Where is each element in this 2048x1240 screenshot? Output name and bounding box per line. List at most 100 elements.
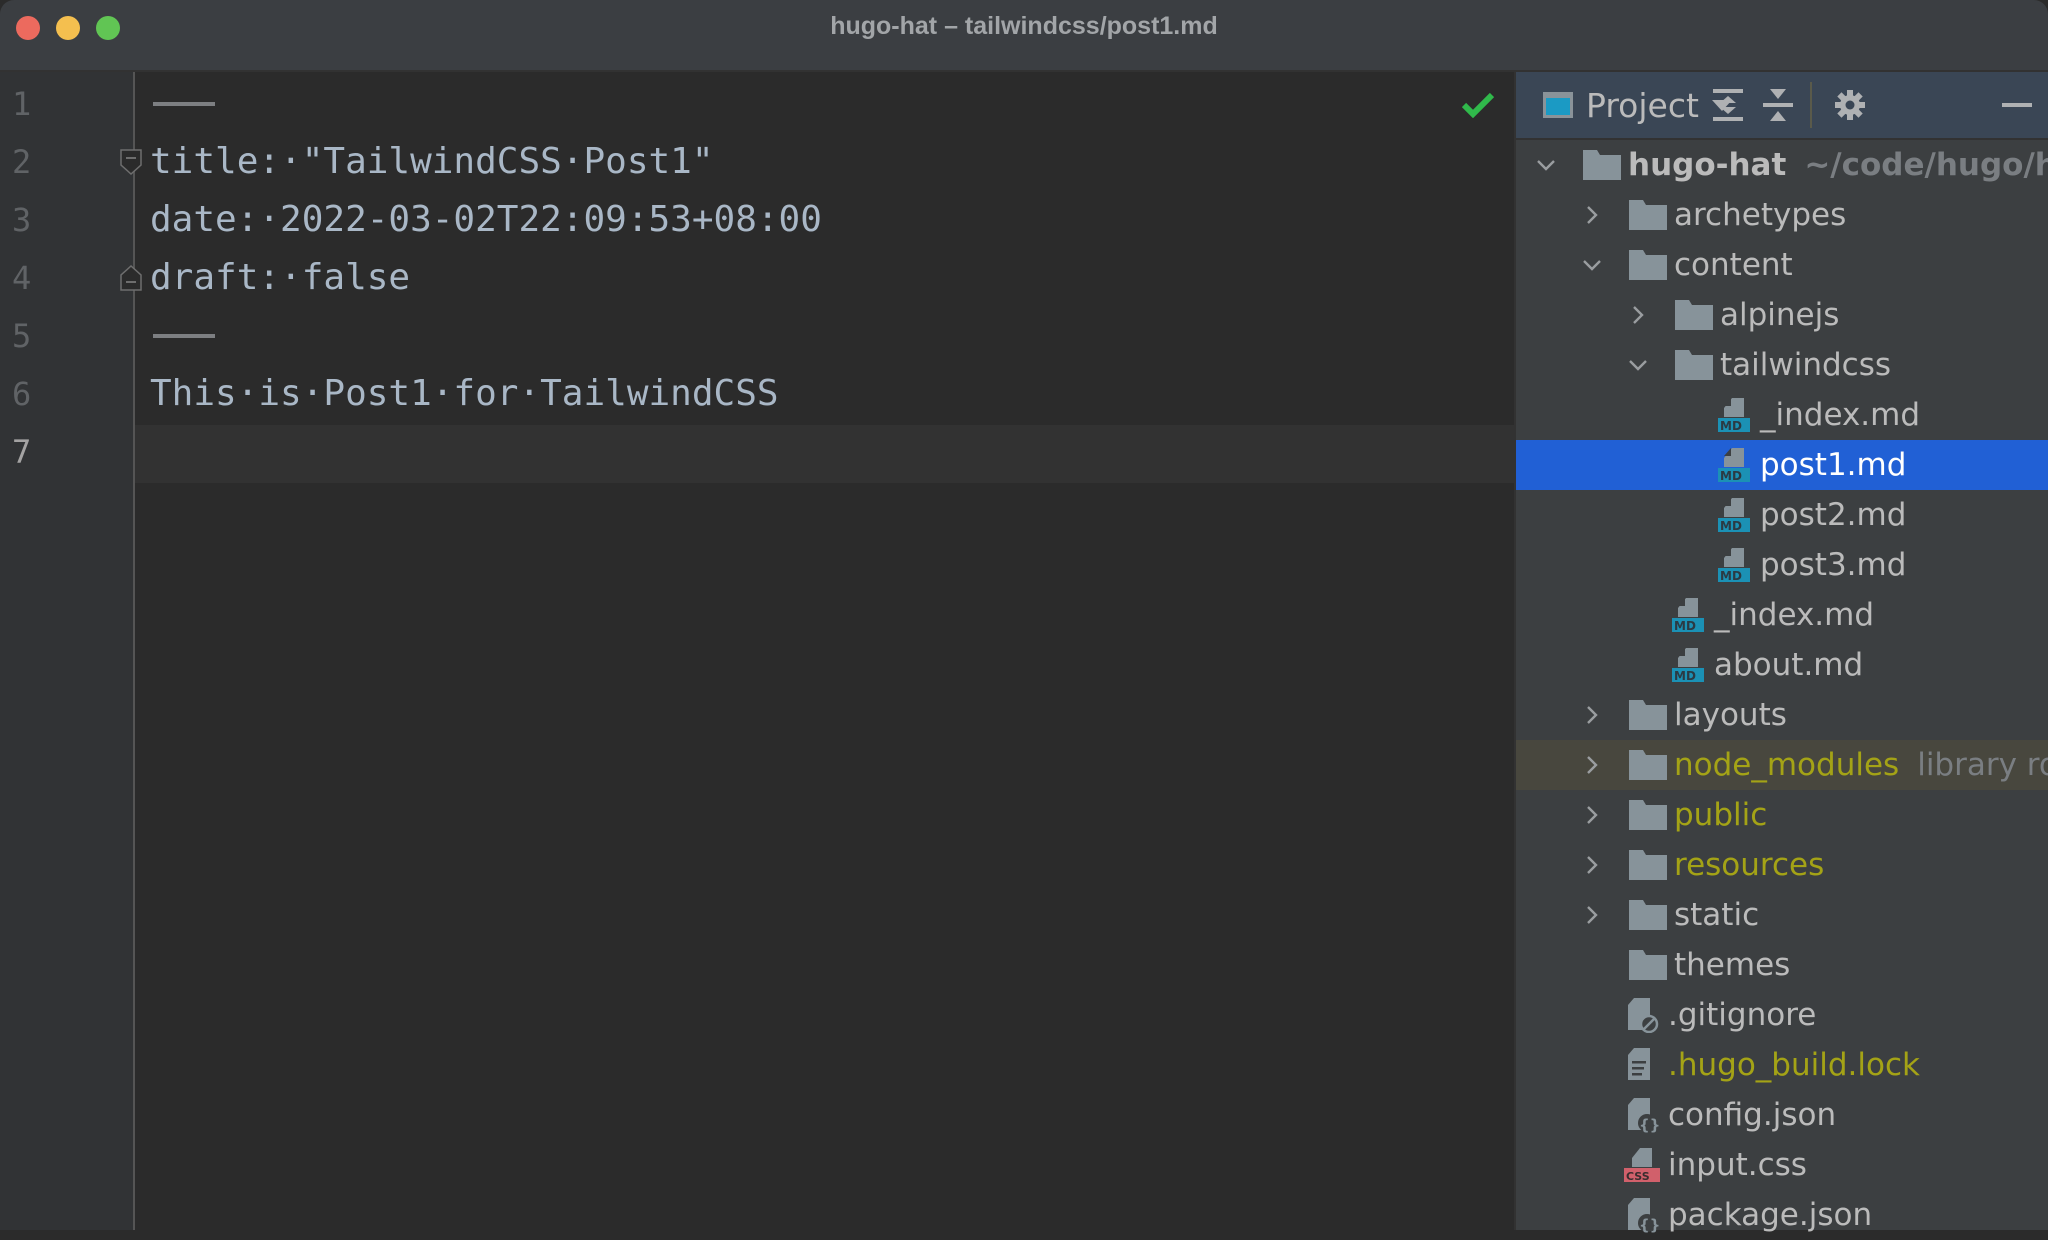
current-line-highlight (135, 425, 1514, 483)
json-file-icon: {} (1628, 1098, 1660, 1133)
tree-item-text: static (1674, 890, 1759, 940)
expand-all-icon[interactable] (1712, 88, 1744, 122)
tree-item-text: about.md (1714, 640, 1863, 690)
svg-text:MD: MD (1674, 619, 1696, 633)
folder-icon (1629, 900, 1667, 930)
tree-item-label: resources (1674, 847, 1825, 883)
tree-folder-row[interactable]: layouts (1516, 690, 2048, 740)
tree-folder-row[interactable]: themes (1516, 940, 2048, 990)
folder-icon (1675, 350, 1713, 380)
gear-icon[interactable] (1834, 88, 1866, 122)
tree-item-label: post1.md (1760, 447, 1907, 483)
tree-file-row[interactable]: MD _index.md (1516, 390, 2048, 440)
chevron-down-icon[interactable] (1536, 155, 1556, 175)
chevron-right-icon[interactable] (1582, 205, 1602, 225)
title-bar: hugo-hat – tailwindcss/post1.md (0, 0, 2048, 72)
chevron-right-icon[interactable] (1582, 855, 1602, 875)
tree-item-label: .gitignore (1668, 997, 1817, 1033)
collapse-all-icon[interactable] (1762, 88, 1794, 122)
code-editor[interactable]: title:·"TailwindCSS·Post1" date:·2022-03-… (135, 72, 1514, 1230)
tree-file-row[interactable]: MD post2.md (1516, 490, 2048, 540)
tree-item-text: package.json (1668, 1190, 1872, 1240)
line-number-gutter[interactable]: 1 2 3 4 5 6 7 (0, 72, 135, 1230)
tree-item-label: static (1674, 897, 1760, 933)
tree-file-row[interactable]: MD post3.md (1516, 540, 2048, 590)
folder-icon (1629, 200, 1667, 230)
no-problems-check-icon[interactable] (1462, 92, 1494, 118)
tree-item-label: post2.md (1760, 497, 1907, 533)
tree-item-label: config.json (1668, 1097, 1837, 1133)
tree-file-row[interactable]: .hugo_build.lock (1516, 1040, 2048, 1090)
project-tool-window: Project hugo-hat ~/code/hugo/h archetype… (1514, 72, 2048, 1233)
markdown-file-icon: MD (1672, 648, 1704, 683)
tree-item-text: public (1674, 790, 1767, 840)
json-file-icon: {} (1628, 1198, 1660, 1233)
tree-folder-row[interactable]: node_modules library ro (1516, 740, 2048, 790)
tree-item-label: about.md (1714, 647, 1864, 683)
tree-folder-row[interactable]: static (1516, 890, 2048, 940)
folder-icon (1629, 950, 1667, 980)
tree-folder-row[interactable]: resources (1516, 840, 2048, 890)
tree-item-label: public (1674, 797, 1768, 833)
tree-item-label: hugo-hat (1628, 147, 1787, 183)
project-panel-header: Project (1516, 72, 2048, 140)
svg-text:MD: MD (1674, 669, 1696, 683)
tree-item-label: .hugo_build.lock (1668, 1047, 1920, 1083)
tree-item-text: hugo-hat ~/code/hugo/hu (1628, 140, 2048, 190)
project-view-selector[interactable]: Project (1542, 72, 1733, 138)
code-line[interactable]: This·is·Post1·for·TailwindCSS (150, 365, 779, 423)
tree-file-row[interactable]: {} package.json (1516, 1190, 2048, 1240)
code-line[interactable]: date:·2022-03-02T22:09:53+08:00 (150, 191, 822, 249)
svg-text:MD: MD (1720, 569, 1742, 583)
chevron-right-icon[interactable] (1582, 905, 1602, 925)
markdown-file-icon: MD (1718, 448, 1750, 483)
tree-item-label: alpinejs (1720, 297, 1840, 333)
markdown-file-icon: MD (1672, 598, 1704, 633)
folder-icon (1629, 750, 1667, 780)
tree-item-hint: ~/code/hugo/hu (1804, 147, 2048, 183)
chevron-right-icon[interactable] (1582, 805, 1602, 825)
tree-folder-row[interactable]: alpinejs (1516, 290, 2048, 340)
svg-text:MD: MD (1720, 469, 1742, 483)
tree-item-text: content (1674, 240, 1793, 290)
line-number: 1 (12, 85, 32, 123)
tree-file-row[interactable]: CSS input.css (1516, 1140, 2048, 1190)
chevron-right-icon[interactable] (1582, 705, 1602, 725)
tree-folder-row[interactable]: archetypes (1516, 190, 2048, 240)
tree-item-hint: library ro (1917, 747, 2048, 783)
tree-file-row[interactable]: MD _index.md (1516, 590, 2048, 640)
code-line[interactable]: title:·"TailwindCSS·Post1" (150, 133, 714, 191)
tree-folder-row[interactable]: hugo-hat ~/code/hugo/hu (1516, 140, 2048, 190)
tree-file-row[interactable]: MD post1.md (1516, 440, 2048, 490)
line-number: 5 (12, 317, 32, 355)
chevron-down-icon[interactable] (1582, 255, 1602, 275)
line-number: 3 (12, 201, 32, 239)
minimize-panel-icon[interactable] (2002, 103, 2032, 107)
line-number: 4 (12, 259, 32, 297)
chevron-right-icon[interactable] (1628, 305, 1648, 325)
tree-item-label: input.css (1668, 1147, 1807, 1183)
tree-item-text: post1.md (1760, 440, 1906, 490)
tree-item-text: alpinejs (1720, 290, 1839, 340)
svg-text:{}: {} (1639, 1216, 1660, 1233)
tree-item-text: _index.md (1714, 590, 1874, 640)
tree-item-label: _index.md (1760, 397, 1921, 433)
folder-icon (1629, 700, 1667, 730)
tree-file-row[interactable]: MD about.md (1516, 640, 2048, 690)
fold-start-icon[interactable] (120, 149, 142, 175)
fold-end-icon[interactable] (120, 265, 142, 291)
code-line[interactable]: draft:·false (150, 249, 410, 307)
tree-item-text: node_modules library ro (1674, 740, 2048, 790)
tree-file-row[interactable]: {} config.json (1516, 1090, 2048, 1140)
gitignore-file-icon (1628, 998, 1659, 1033)
tree-item-text: .hugo_build.lock (1668, 1040, 1920, 1090)
line-number: 2 (12, 143, 32, 181)
tree-folder-row[interactable]: tailwindcss (1516, 340, 2048, 390)
chevron-right-icon[interactable] (1582, 755, 1602, 775)
chevron-down-icon[interactable] (1628, 355, 1648, 375)
tree-file-row[interactable]: .gitignore (1516, 990, 2048, 1040)
tree-folder-row[interactable]: content (1516, 240, 2048, 290)
tree-item-label: layouts (1674, 697, 1787, 733)
tree-folder-row[interactable]: public (1516, 790, 2048, 840)
folder-icon (1583, 150, 1621, 180)
